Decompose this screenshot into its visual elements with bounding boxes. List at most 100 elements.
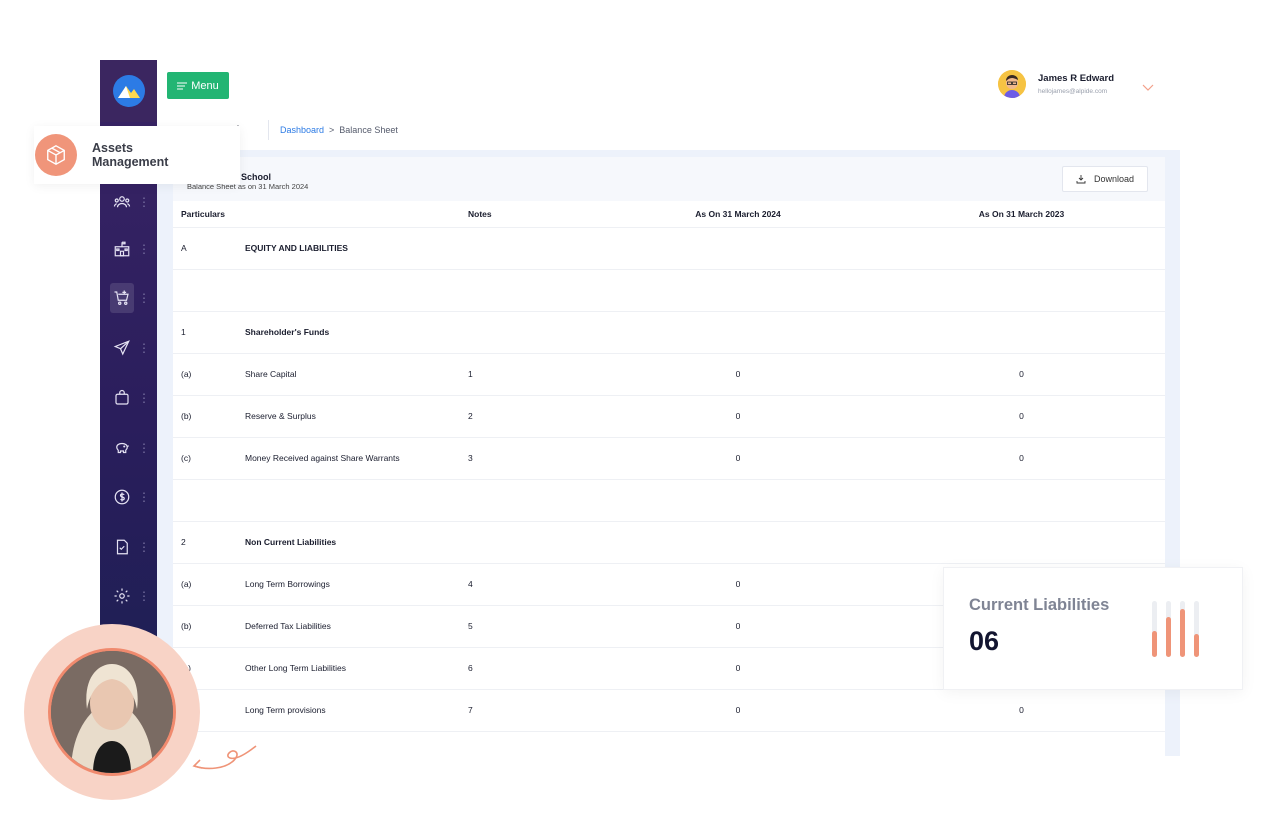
cell-value-2023	[878, 269, 1165, 312]
cell-value-2024: 0	[598, 689, 878, 732]
cell-particular	[245, 479, 468, 522]
cell-index: 2	[173, 521, 245, 564]
cell-particular: Non Current Liabilities	[245, 521, 468, 564]
cell-notes: 6	[468, 647, 598, 690]
more-dots-icon[interactable]: ⋮	[138, 392, 150, 404]
download-button[interactable]: Download	[1062, 166, 1148, 192]
sidebar-item-users[interactable]: ⋮	[110, 186, 150, 218]
table-row: 1 Shareholder's Funds	[173, 311, 1165, 354]
cell-notes: 5	[468, 605, 598, 648]
more-dots-icon[interactable]: ⋮	[138, 541, 150, 553]
current-liabilities-card: Current Liabilities 06	[943, 567, 1243, 690]
report-header: School Balance Sheet as on 31 March 2024…	[173, 157, 1165, 201]
cell-value-2023: 0	[878, 395, 1165, 438]
cell-index: (c)	[173, 437, 245, 480]
cell-particular: Other Long Term Liabilities	[245, 647, 468, 690]
sidebar-item-finance[interactable]: ⋮	[110, 481, 150, 513]
table-row	[173, 269, 1165, 312]
dollar-coin-icon	[110, 482, 134, 512]
cell-value-2023: 0	[878, 689, 1165, 732]
cell-value-2024	[598, 227, 878, 270]
table-row: (d)Long Term provisions700	[173, 689, 1165, 732]
cell-value-2024: 0	[598, 437, 878, 480]
menu-button[interactable]: Menu	[167, 72, 229, 99]
cell-particular: EQUITY AND LIABILITIES	[245, 227, 468, 270]
box-icon	[35, 134, 77, 176]
cell-index: A	[173, 227, 245, 270]
cell-value-2024: 0	[598, 395, 878, 438]
app-logo[interactable]	[100, 60, 157, 122]
breadcrumb-separator: >	[329, 125, 335, 135]
cell-particular: Money Received against Share Warrants	[245, 437, 468, 480]
breadcrumb-current: Balance Sheet	[339, 125, 398, 135]
cell-notes: 3	[468, 437, 598, 480]
cell-notes	[468, 521, 598, 564]
column-header-particulars: Particulars	[173, 201, 468, 228]
mini-bar-chart-icon	[1152, 601, 1199, 657]
school-building-icon	[110, 234, 134, 264]
cell-notes	[468, 479, 598, 522]
sidebar-item-documents[interactable]: ⋮	[110, 531, 150, 563]
sidebar-item-settings[interactable]: ⋮	[110, 580, 150, 612]
column-header-2024: As On 31 March 2024	[598, 201, 878, 228]
sidebar-item-shop[interactable]: ⋮	[110, 382, 150, 414]
hamburger-icon	[177, 82, 188, 89]
cell-value-2023: 0	[878, 353, 1165, 396]
cell-particular: Deferred Tax Liabilities	[245, 605, 468, 648]
cart-plus-icon	[110, 283, 134, 313]
cell-index: 1	[173, 311, 245, 354]
settings-gear-icon	[110, 581, 134, 611]
table-row: (c) Money Received against Share Warrants…	[173, 437, 1165, 480]
assets-management-badge: Assets Management	[34, 126, 240, 184]
cell-index: (b)	[173, 395, 245, 438]
more-dots-icon[interactable]: ⋮	[138, 342, 150, 354]
sidebar-item-savings[interactable]: ⋮	[110, 432, 150, 464]
more-dots-icon[interactable]: ⋮	[138, 292, 150, 304]
column-header-2023: As On 31 March 2023	[878, 201, 1165, 228]
cell-value-2023	[878, 311, 1165, 354]
user-profile[interactable]: James R Edward hellojames@alpide.com	[998, 70, 1114, 98]
more-dots-icon[interactable]: ⋮	[138, 491, 150, 503]
table-row: 2 Non Current Liabilities	[173, 521, 1165, 564]
chevron-down-icon[interactable]	[1142, 79, 1154, 97]
mountain-logo-icon	[112, 75, 145, 107]
table-row: (a) Share Capital 1 0 0	[173, 353, 1165, 396]
more-dots-icon[interactable]: ⋮	[138, 590, 150, 602]
more-dots-icon[interactable]: ⋮	[138, 243, 150, 255]
menu-label: Menu	[191, 79, 219, 92]
shopping-bag-icon	[110, 383, 134, 413]
user-email: hellojames@alpide.com	[1038, 88, 1108, 95]
cell-notes: 7	[468, 689, 598, 732]
sidebar-item-school[interactable]: ⋮	[110, 233, 150, 265]
download-icon	[1076, 175, 1086, 184]
user-name: James R Edward	[1038, 73, 1115, 84]
cell-particular: Share Capital	[245, 353, 468, 396]
cell-value-2024	[598, 521, 878, 564]
cell-particular: Reserve & Surplus	[245, 395, 468, 438]
cell-value-2024: 0	[598, 605, 878, 648]
table-row: A EQUITY AND LIABILITIES	[173, 227, 1165, 270]
cell-value-2023	[878, 521, 1165, 564]
current-liabilities-value: 06	[969, 626, 1000, 656]
cell-notes	[468, 311, 598, 354]
users-icon	[110, 187, 134, 217]
more-dots-icon[interactable]: ⋮	[138, 442, 150, 454]
sidebar-item-purchase[interactable]: ⋮	[110, 282, 150, 314]
cell-value-2024	[598, 479, 878, 522]
document-check-icon	[110, 532, 134, 562]
breadcrumb-dashboard-link[interactable]: Dashboard	[280, 125, 324, 135]
sidebar-item-send[interactable]: ⋮	[110, 332, 150, 364]
cell-notes: 1	[468, 353, 598, 396]
download-label: Download	[1093, 174, 1135, 184]
cell-index	[173, 479, 245, 522]
assets-management-label: Assets Management	[92, 141, 169, 169]
table-row: (b) Reserve & Surplus 2 0 0	[173, 395, 1165, 438]
cell-particular: Long Term provisions	[245, 689, 468, 732]
user-avatar	[998, 70, 1026, 98]
title-divider	[268, 120, 269, 140]
table-row	[173, 479, 1165, 522]
column-header-notes: Notes	[468, 201, 598, 228]
profile-photo	[48, 648, 176, 776]
cell-notes	[468, 269, 598, 312]
more-dots-icon[interactable]: ⋮	[138, 196, 150, 208]
